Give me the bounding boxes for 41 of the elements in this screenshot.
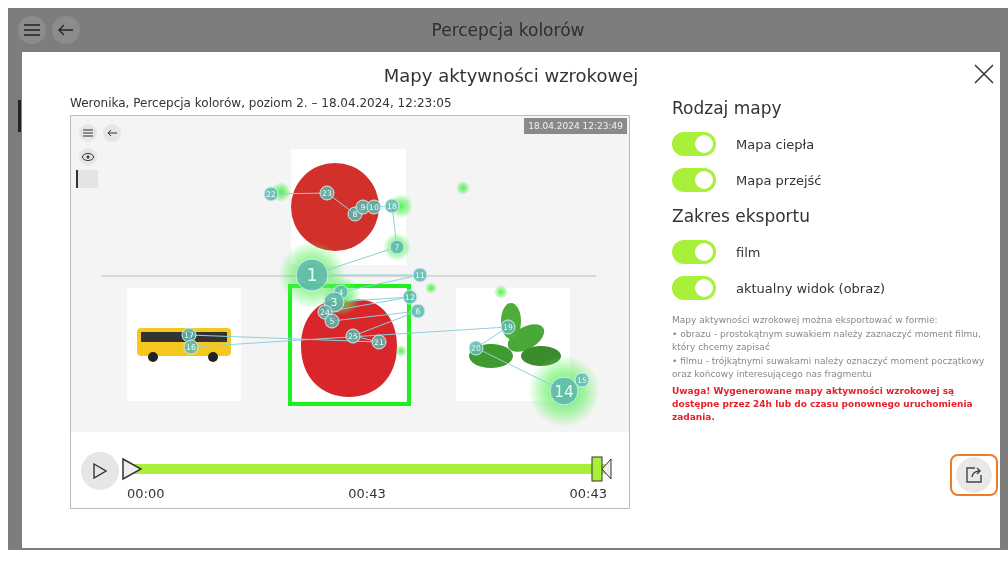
toggle-switch[interactable] [672, 132, 716, 156]
section-title: Rodzaj mapy [672, 98, 783, 118]
toggle-switch[interactable] [672, 276, 716, 300]
section-title: Zakres eksportu [672, 206, 812, 226]
toggle-label: film [736, 244, 761, 260]
start-time: 00:00 [127, 486, 165, 501]
warning-text: Uwaga! Wygenerowane mapy aktywności wzrokowej są dostępne przez 24h lub do czasu ponownego uruchomienia zadania. [672, 385, 974, 424]
toggle-switch[interactable] [672, 168, 716, 192]
play-button[interactable] [81, 452, 119, 490]
menu-icon [83, 129, 93, 137]
play-icon [93, 463, 107, 479]
back-arrow-icon [58, 24, 74, 36]
export-button[interactable] [950, 454, 998, 496]
fixation-point: 1 [295, 258, 329, 292]
menu-button[interactable] [79, 124, 97, 142]
menu-button[interactable] [18, 16, 46, 44]
share-icon [965, 466, 983, 484]
menu-icon [24, 24, 40, 36]
toggle-label: Mapa przejść [736, 172, 822, 188]
dialog-title: Mapy aktywności wzrokowej [383, 64, 639, 86]
back-button[interactable] [52, 16, 80, 44]
toggle-switch[interactable] [672, 240, 716, 264]
frame-handle[interactable] [591, 456, 613, 482]
back-arrow-icon [107, 129, 117, 137]
eye-icon[interactable] [79, 148, 97, 166]
toggle-label: Mapa ciepła [736, 136, 815, 152]
app-title: Percepcja kolorów [431, 20, 585, 40]
end-time: 00:43 [569, 486, 607, 501]
side-panel-toggle[interactable] [76, 170, 98, 188]
start-handle[interactable] [121, 457, 143, 481]
fixation-point: 14 [549, 376, 579, 406]
help-text: • filmu - trójkątnymi suwakami należy oznaczyć moment początkowy oraz końcowy interesującego nas fragmentu [672, 355, 986, 381]
back-button[interactable] [103, 124, 121, 142]
help-text: Mapy aktywności wzrokowej można eksportować w formie: [672, 314, 939, 327]
close-icon[interactable] [974, 64, 994, 84]
session-info: Weronika, Percepcja kolorów, poziom 2. – 18.04.2024, 12:23:05 [70, 96, 453, 112]
current-time: 00:43 [348, 486, 386, 501]
timestamp-badge: 18.04.2024 12:23:49 [524, 118, 627, 134]
help-text: • obrazu - prostokątnym suwakiem należy zaznaczyć moment filmu, który chcemy zapisać [672, 328, 982, 354]
toggle-label: aktualny widok (obraz) [736, 280, 886, 296]
sidebar-edge [18, 100, 21, 132]
